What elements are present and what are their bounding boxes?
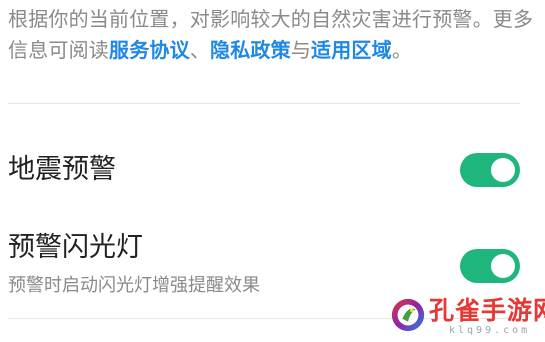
- separator-and: 与: [290, 38, 312, 62]
- privacy-policy-link[interactable]: 隐私政策: [210, 38, 291, 62]
- description-end: 。: [391, 38, 413, 62]
- watermark-text: 孔雀手游网: [429, 296, 545, 325]
- applicable-area-link[interactable]: 适用区域: [311, 38, 392, 62]
- section-divider: [8, 103, 520, 104]
- alert-flashlight-subtitle: 预警时启动闪光灯增强提醒效果: [8, 275, 260, 296]
- alert-flashlight-title: 预警闪光灯: [8, 232, 143, 263]
- earthquake-alert-title: 地震预警: [8, 154, 116, 185]
- watermark: 孔雀手游网 klq99.com: [389, 294, 545, 340]
- peacock-logo-icon: [391, 298, 425, 332]
- earthquake-alert-toggle[interactable]: [460, 153, 520, 187]
- alert-flashlight-toggle[interactable]: [460, 249, 520, 283]
- service-agreement-link[interactable]: 服务协议: [109, 38, 190, 62]
- toggle-knob: [491, 158, 515, 182]
- alert-settings-page: 根据你的当前位置，对影响较大的自然灾害进行预警。更多信息可阅读服务协议、隐私政策…: [0, 0, 545, 342]
- separator-comma: 、: [189, 38, 211, 62]
- watermark-url: klq99.com: [449, 325, 531, 336]
- description-text: 根据你的当前位置，对影响较大的自然灾害进行预警。更多信息可阅读服务协议、隐私政策…: [8, 4, 536, 66]
- toggle-knob: [491, 254, 515, 278]
